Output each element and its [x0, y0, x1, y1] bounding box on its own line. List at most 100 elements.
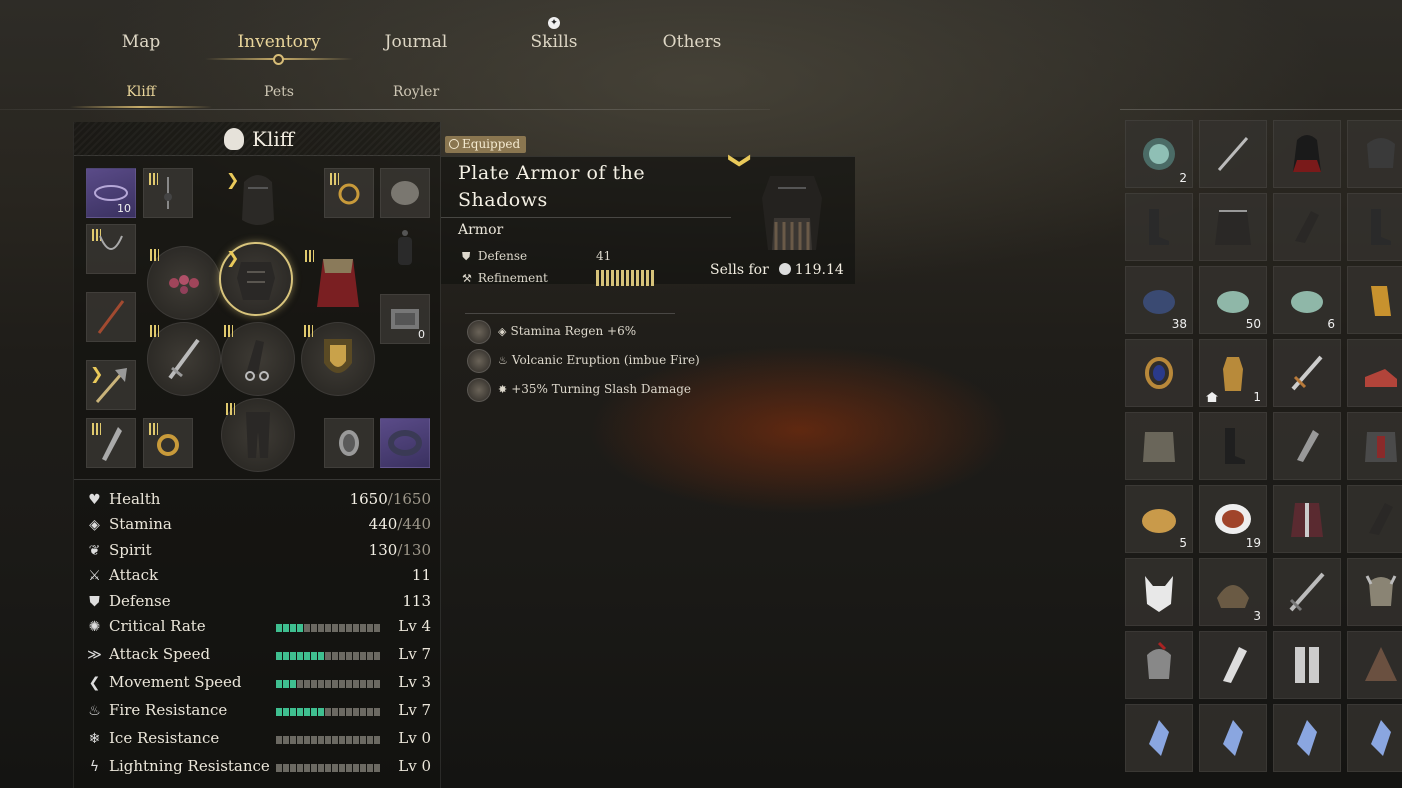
stat-bar-segment	[332, 680, 338, 688]
stat-level-bar	[276, 624, 380, 632]
equip-slot-amulet[interactable]	[324, 168, 374, 218]
equip-slot-bracelet[interactable]	[147, 246, 221, 320]
equip-slot-weapon-secondary[interactable]	[147, 322, 221, 396]
inventory-slot[interactable]	[1347, 485, 1402, 553]
character-portrait-icon	[224, 128, 244, 150]
sub-tab-kliff[interactable]: Kliff	[126, 84, 155, 100]
equip-slot-accessory[interactable]: 10	[86, 168, 136, 218]
stat-bar-segment	[297, 736, 303, 744]
stat-bar-segment	[276, 680, 282, 688]
sub-tab-underline	[70, 106, 212, 108]
hooded-figure-icon	[1293, 135, 1321, 172]
tab-journal[interactable]: Journal	[385, 32, 448, 52]
inventory-slot[interactable]	[1199, 631, 1267, 699]
inventory-slot[interactable]	[1273, 193, 1341, 261]
stat-bar-segment	[276, 652, 282, 660]
tab-inventory[interactable]: Inventory	[237, 32, 320, 52]
tab-map[interactable]: Map	[122, 32, 160, 52]
inventory-slot[interactable]: 6	[1273, 266, 1341, 334]
inventory-slot[interactable]: 5	[1125, 485, 1193, 553]
inventory-grid: 238506151933	[1125, 120, 1402, 788]
inventory-slot[interactable]	[1273, 120, 1341, 188]
equip-slot-dagger[interactable]	[86, 418, 136, 468]
equip-slot-ring[interactable]	[143, 418, 193, 468]
equip-slot-bangle[interactable]	[380, 418, 430, 468]
equip-slot-trinket[interactable]	[324, 418, 374, 468]
attr-defense: ⛊ Defense	[462, 249, 527, 264]
inventory-slot[interactable]	[1347, 631, 1402, 699]
inventory-slot[interactable]: 3	[1199, 558, 1267, 626]
stat-bar-segment	[339, 624, 345, 632]
inventory-slot[interactable]	[1199, 412, 1267, 480]
sub-tab-royler[interactable]: Royler	[393, 84, 439, 100]
inventory-slot[interactable]	[1347, 120, 1402, 188]
inventory-slot[interactable]	[1125, 631, 1193, 699]
inventory-slot[interactable]	[1125, 558, 1193, 626]
item-title: Plate Armor of the Shadows	[458, 162, 646, 211]
red-cloak-icon	[317, 259, 359, 307]
equip-slot-cloak[interactable]	[301, 246, 375, 320]
stat-bar-segment	[318, 680, 324, 688]
attr-label: Refinement	[477, 271, 548, 285]
stat-attack-speed: ≫ Attack Speed Lv 7	[86, 645, 431, 667]
inventory-slot[interactable]	[1347, 339, 1402, 407]
tab-others[interactable]: Others	[663, 32, 722, 52]
glove-gold-icon	[1371, 286, 1391, 316]
spear-icon	[1217, 137, 1249, 171]
equip-slot-mask[interactable]	[380, 168, 430, 218]
inventory-slot[interactable]	[1199, 193, 1267, 261]
stat-bar-segment	[283, 652, 289, 660]
equip-slot-weapon-main[interactable]	[86, 292, 136, 342]
stat-bar-segment	[325, 652, 331, 660]
tab-skills[interactable]: Skills	[531, 32, 578, 52]
stats-divider	[74, 479, 440, 480]
equip-slot-legs[interactable]	[221, 398, 295, 472]
inventory-slot[interactable]	[1273, 704, 1341, 772]
inventory-slot[interactable]	[1125, 339, 1193, 407]
equipped-badge: Equipped	[445, 136, 527, 153]
inventory-slot[interactable]	[1199, 120, 1267, 188]
slot-count: 0	[418, 328, 425, 341]
stat-current: 1650	[349, 490, 388, 508]
inventory-slot[interactable]	[1199, 704, 1267, 772]
inventory-slot[interactable]: 2	[1125, 120, 1193, 188]
inventory-slot[interactable]	[1125, 193, 1193, 261]
stat-bar-segment	[297, 680, 303, 688]
inventory-slot[interactable]	[1273, 339, 1341, 407]
hammer-icon: ⚒	[462, 272, 472, 285]
inventory-slot[interactable]: 19	[1199, 485, 1267, 553]
inventory-slot[interactable]	[1273, 485, 1341, 553]
inventory-slot[interactable]: 50	[1199, 266, 1267, 334]
orb-icon	[1143, 138, 1175, 170]
inventory-slot[interactable]	[1347, 193, 1402, 261]
inventory-slot[interactable]	[1125, 704, 1193, 772]
equip-slot-gloves[interactable]	[221, 322, 295, 396]
inventory-slot[interactable]: 3	[1347, 558, 1402, 626]
inventory-slot[interactable]: 1	[1199, 339, 1267, 407]
inventory-slot[interactable]	[1273, 631, 1341, 699]
ore-green-icon	[1291, 291, 1323, 313]
equip-slot-shield[interactable]	[301, 322, 375, 396]
stat-bar-segment	[346, 708, 352, 716]
equip-slot-necklace[interactable]	[86, 224, 136, 274]
stat-movement-speed: ❮ Movement Speed Lv 3	[86, 673, 431, 695]
stat-max: /1650	[387, 490, 431, 508]
inventory-slot[interactable]	[1273, 412, 1341, 480]
stat-max: /440	[397, 515, 431, 533]
inventory-slot[interactable]	[1347, 266, 1402, 334]
plate-armor-icon	[237, 262, 275, 300]
equip-slot-earring[interactable]	[143, 168, 193, 218]
sub-tab-pets[interactable]: Pets	[264, 84, 294, 100]
equip-slot-lantern[interactable]	[380, 224, 430, 274]
equip-slot-tool[interactable]: 0	[380, 294, 430, 344]
inventory-slot[interactable]	[1273, 558, 1341, 626]
inventory-slot[interactable]: 38	[1125, 266, 1193, 334]
stat-bar-segment	[367, 764, 373, 772]
stat-level: Lv 0	[398, 757, 431, 775]
stat-bar-segment	[374, 736, 380, 744]
inventory-slot[interactable]	[1347, 412, 1402, 480]
inventory-slot[interactable]	[1125, 412, 1193, 480]
stat-bar-segment	[290, 708, 296, 716]
stat-bar-segment	[346, 652, 352, 660]
inventory-slot[interactable]	[1347, 704, 1402, 772]
